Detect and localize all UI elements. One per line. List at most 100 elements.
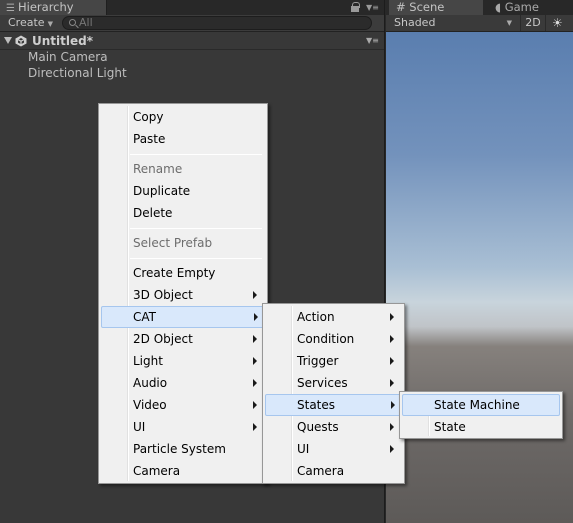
menu-item-states[interactable]: States — [265, 394, 402, 416]
menu-item-label: Audio — [133, 376, 168, 390]
menu-item-label: Video — [133, 398, 167, 412]
menu-item-action[interactable]: Action — [265, 306, 402, 328]
menu-item-label: Light — [133, 354, 163, 368]
menu-item-label: Quests — [297, 420, 339, 434]
menu-separator — [130, 228, 262, 229]
menu-item-cat-camera[interactable]: Camera — [265, 460, 402, 482]
hierarchy-tab[interactable]: ☰ Hierarchy — [0, 0, 107, 15]
scene-toolbar: Shaded ▼ 2D ☀ — [386, 15, 573, 32]
menu-item-cat[interactable]: CAT — [101, 306, 265, 328]
menu-item-light[interactable]: Light — [101, 350, 265, 372]
hierarchy-item-directional-light[interactable]: Directional Light — [28, 66, 127, 81]
menu-item-label: Camera — [297, 464, 345, 478]
lighting-toggle-icon[interactable]: ☀ — [552, 17, 564, 29]
menu-item-label: Services — [297, 376, 348, 390]
scene-grid-icon: # — [396, 0, 406, 14]
menu-item-label: UI — [297, 442, 310, 456]
shading-mode-dropdown[interactable]: Shaded ▼ — [394, 16, 512, 30]
submenu-arrow-icon — [391, 401, 395, 409]
menu-item-label: Copy — [133, 110, 164, 124]
menu-item-label: 2D Object — [133, 332, 193, 346]
submenu-arrow-icon — [390, 357, 394, 365]
menu-item-label: CAT — [133, 310, 156, 324]
menu-item-label: Delete — [133, 206, 173, 220]
menu-item-label: Particle System — [133, 442, 226, 456]
scene-panel: # Scene ◖ Game Shaded ▼ 2D ☀ — [384, 0, 573, 523]
menu-item-cat-ui[interactable]: UI — [265, 438, 402, 460]
toggle-2d-button[interactable]: 2D — [520, 15, 546, 31]
menu-item-label: Condition — [297, 332, 355, 346]
menu-item-label: State — [434, 420, 466, 434]
tab-scene[interactable]: # Scene — [389, 0, 483, 15]
unity-scene-icon — [15, 35, 27, 47]
panel-menu-icon[interactable]: ▼≡ — [366, 3, 379, 12]
menu-item-label: Action — [297, 310, 335, 324]
menu-item-condition[interactable]: Condition — [265, 328, 402, 350]
chevron-down-icon: ▼ — [506, 19, 512, 27]
menu-item-delete[interactable]: Delete — [101, 202, 265, 224]
create-label: Create — [8, 16, 45, 29]
menu-separator — [130, 154, 262, 155]
menu-item-label: States — [297, 398, 336, 412]
tab-game[interactable]: ◖ Game — [485, 0, 573, 15]
menu-item-label: State Machine — [434, 398, 520, 412]
game-pacman-icon: ◖ — [495, 0, 502, 14]
menu-item-duplicate[interactable]: Duplicate — [101, 180, 265, 202]
states-submenu: State Machine State — [399, 391, 563, 439]
menu-item-3d-object[interactable]: 3D Object — [101, 284, 265, 306]
scene-name: Untitled* — [32, 34, 93, 48]
shading-mode-label: Shaded — [394, 16, 436, 29]
chevron-down-icon: ▼ — [47, 20, 53, 28]
menu-item-quests[interactable]: Quests — [265, 416, 402, 438]
menu-item-create-empty[interactable]: Create Empty — [101, 262, 265, 284]
menu-item-state[interactable]: State — [402, 416, 560, 438]
menu-item-label: Camera — [133, 464, 181, 478]
submenu-arrow-icon — [390, 313, 394, 321]
submenu-arrow-icon — [253, 401, 257, 409]
submenu-arrow-icon — [390, 423, 394, 431]
menu-item-ui[interactable]: UI — [101, 416, 265, 438]
menu-separator — [130, 258, 262, 259]
hierarchy-item-main-camera[interactable]: Main Camera — [28, 50, 108, 65]
create-dropdown[interactable]: Create ▼ — [4, 16, 57, 30]
menu-item-label: Create Empty — [133, 266, 216, 280]
menu-item-services[interactable]: Services — [265, 372, 402, 394]
submenu-arrow-icon — [254, 313, 258, 321]
menu-item-2d-object[interactable]: 2D Object — [101, 328, 265, 350]
menu-item-copy[interactable]: Copy — [101, 106, 265, 128]
submenu-arrow-icon — [253, 379, 257, 387]
menu-item-label: Trigger — [297, 354, 339, 368]
submenu-arrow-icon — [253, 291, 257, 299]
scene-viewport[interactable] — [386, 32, 573, 523]
hierarchy-tab-label: Hierarchy — [18, 0, 74, 14]
hierarchy-tab-icon: ☰ — [6, 3, 15, 14]
game-tab-label: Game — [504, 0, 539, 14]
menu-item-paste[interactable]: Paste — [101, 128, 265, 150]
submenu-arrow-icon — [390, 445, 394, 453]
scene-tab-label: Scene — [409, 0, 445, 14]
menu-item-trigger[interactable]: Trigger — [265, 350, 402, 372]
menu-item-label: Duplicate — [133, 184, 191, 198]
scene-root-row[interactable]: Untitled* ▼≡ — [0, 32, 384, 50]
hierarchy-toolbar: Create ▼ — [0, 15, 384, 32]
expand-arrow-icon[interactable] — [4, 37, 12, 44]
menu-item-label: Paste — [133, 132, 166, 146]
menu-item-label: Rename — [133, 162, 183, 176]
cat-submenu: Action Condition Trigger Services States… — [262, 303, 405, 484]
menu-item-label: UI — [133, 420, 146, 434]
context-menu: Copy Paste Rename Duplicate Delete Selec… — [98, 103, 268, 484]
menu-item-camera[interactable]: Camera — [101, 460, 265, 482]
search-input[interactable] — [79, 17, 359, 29]
hierarchy-search[interactable] — [62, 16, 372, 30]
menu-item-video[interactable]: Video — [101, 394, 265, 416]
menu-item-label: 3D Object — [133, 288, 193, 302]
menu-item-particle-system[interactable]: Particle System — [101, 438, 265, 460]
lock-icon[interactable] — [351, 2, 360, 13]
menu-item-state-machine[interactable]: State Machine — [402, 394, 560, 416]
menu-item-audio[interactable]: Audio — [101, 372, 265, 394]
hierarchy-tab-bar: ☰ Hierarchy ▼≡ — [0, 0, 384, 15]
search-icon — [69, 19, 76, 26]
menu-item-label: Select Prefab — [133, 236, 213, 250]
submenu-arrow-icon — [253, 423, 257, 431]
scene-options-icon[interactable]: ▼≡ — [366, 36, 379, 45]
